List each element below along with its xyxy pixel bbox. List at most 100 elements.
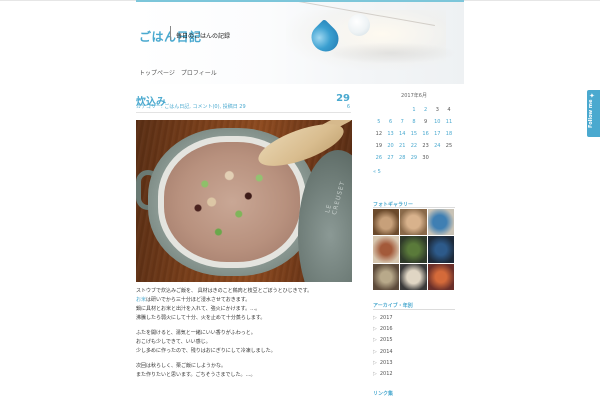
post-title-divider [136, 112, 351, 113]
calendar-day: 4 [447, 107, 451, 113]
calendar-day[interactable]: 24 [431, 143, 443, 155]
archive-widget-title: アーカイブ・年別 [373, 303, 413, 309]
post-line: 次回は秋らしく、栗ご飯にしようかな。 [136, 363, 227, 369]
archive-item-label: 2014 [379, 348, 393, 355]
calendar-day[interactable]: 5 [373, 119, 385, 131]
post-date-month: 6 [346, 104, 350, 110]
archive-item[interactable]: ▷ 2016 [373, 323, 455, 334]
calendar-day[interactable]: 16 [420, 131, 432, 143]
archive-item-label: 2015 [379, 337, 393, 344]
calendar-empty-cell [443, 155, 455, 167]
nav-item-top[interactable]: トップページ [139, 68, 175, 77]
post-date-day: 29 [336, 93, 350, 104]
calendar-day[interactable]: 10 [431, 119, 443, 131]
gallery-thumb[interactable] [400, 236, 427, 263]
post-meta[interactable]: カテゴリー: ごはん日記, コメント(0), 投稿日 29 [136, 103, 246, 110]
calendar-empty-cell [385, 107, 397, 119]
calendar-day: 30 [422, 155, 429, 161]
follow-me-label: Follow me [588, 99, 594, 128]
calendar-day[interactable]: 6 [385, 119, 397, 131]
archive-item[interactable]: ▷ 2014 [373, 346, 455, 357]
gallery-thumb[interactable] [373, 209, 400, 236]
widget-divider [373, 207, 455, 208]
calendar-week: 12 13 14 15 16 17 18 [373, 131, 455, 143]
links-widget-title: リンク集 [373, 391, 394, 397]
post-paragraph: 次回は秋らしく、栗ご飯にしようかな。 また作りたいと思います。ごちそうさまでした… [136, 362, 352, 380]
calendar-day[interactable]: 26 [373, 155, 385, 167]
photo-gallery [373, 209, 454, 290]
post-line: ふたを開けると、湯気と一緒にいい香りがふわっと。 [136, 330, 256, 336]
calendar-day[interactable]: 27 [385, 155, 397, 167]
archive-item-label: 2013 [379, 359, 393, 366]
post-inline-link[interactable]: お米 [136, 297, 146, 303]
calendar-day[interactable]: 17 [431, 131, 443, 143]
post-body: ストウブで炊込みご飯を、 具材はきのこと鶏肉と枝豆とごぼうとひじきです。 お米は… [136, 287, 352, 386]
calendar-day: 19 [375, 143, 383, 149]
calendar-day[interactable]: 2 [420, 107, 432, 119]
calendar-day[interactable]: 13 [385, 131, 397, 143]
calendar-empty-cell [396, 107, 408, 119]
chevron-right-icon: ▷ [373, 314, 377, 321]
calendar-prev-link[interactable]: « 5 [373, 169, 455, 175]
gallery-thumb[interactable] [427, 209, 454, 236]
calendar-day[interactable]: 20 [385, 143, 397, 155]
calendar-grid: 1 2 3 4 5 6 7 8 9 10 11 12 13 14 15 16 17 18 19 20 21 22 23 24 2… [373, 107, 455, 167]
calendar-day: 25 [445, 143, 453, 149]
calendar-day[interactable]: 18 [443, 131, 455, 143]
archive-item-label: 2017 [379, 314, 393, 321]
calendar-day[interactable]: 1 [408, 107, 420, 119]
main-nav: トップページ プロフィール [139, 68, 217, 77]
calendar-empty-cell [373, 107, 385, 119]
widget-divider [373, 309, 455, 310]
post-line: 鍋に具材とお米と出汁を入れて、強火にかけます。…。 [136, 306, 261, 312]
archive-item-label: 2016 [379, 325, 393, 332]
site-header: ごはん日記 毎日のごはんの記録 トップページ プロフィール [136, 2, 464, 84]
calendar-day[interactable]: 11 [443, 119, 455, 131]
calendar-day: 3 [435, 107, 439, 113]
gallery-thumb[interactable] [373, 263, 400, 290]
calendar-widget: 2017年6月 1 2 3 4 5 6 7 8 9 10 11 12 13 14 15 16 17 18 19 20 2… [373, 92, 455, 175]
chevron-right-icon: ▷ [373, 337, 377, 344]
gallery-thumb[interactable] [427, 236, 454, 263]
post-line: また作りたいと思います。ごちそうさまでした。…。 [136, 372, 256, 378]
archive-item[interactable]: ▷ 2015 [373, 335, 455, 346]
archive-item[interactable]: ▷ 2013 [373, 357, 455, 368]
calendar-day[interactable]: 28 [396, 155, 408, 167]
post-line: 沸騰したら弱火にして十分、火を止めて十分蒸らします。 [136, 315, 266, 321]
calendar-caption: 2017年6月 [401, 93, 427, 99]
chevron-right-icon: ▷ [373, 359, 377, 366]
nav-item-profile[interactable]: プロフィール [181, 68, 217, 77]
post-line: ストウブで炊込みご飯を、 具材はきのこと鶏肉と枝豆とごぼうとひじきです。 [136, 288, 313, 294]
gallery-thumb[interactable] [400, 263, 427, 290]
post-line: 少し多めに作ったので、残りはおにぎりにして冷凍しました。 [136, 348, 276, 354]
calendar-day: 23 [422, 143, 429, 149]
archive-item-label: 2012 [379, 371, 393, 378]
gallery-thumb[interactable] [427, 263, 454, 290]
archive-list: ▷ 2017 ▷ 2016 ▷ 2015 ▷ 2014 ▷ 2013 ▷ 2012 [373, 312, 455, 380]
calendar-day[interactable]: 29 [408, 155, 420, 167]
gallery-thumb[interactable] [373, 236, 400, 263]
chevron-right-icon: ▷ [373, 325, 377, 332]
calendar-day[interactable]: 7 [396, 119, 408, 131]
archive-item[interactable]: ▷ 2012 [373, 368, 455, 379]
post-line: は研いでから三十分ほど浸水させておきます。 [146, 297, 251, 303]
calendar-week: 123 4 [373, 107, 455, 119]
post-paragraph: ふたを開けると、湯気と一緒にいい香りがふわっと。 おこげも少しできて、いい感じ。… [136, 329, 352, 356]
post-paragraph: ストウブで炊込みご飯を、 具材はきのこと鶏肉と枝豆とごぼうとひじきです。 お米は… [136, 287, 352, 323]
calendar-day[interactable]: 15 [408, 131, 420, 143]
calendar-day: 9 [424, 119, 428, 125]
chevron-right-icon: ▷ [373, 348, 377, 355]
calendar-week: 5 6 7 8 9 10 11 [373, 119, 455, 131]
calendar-day[interactable]: 22 [408, 143, 420, 155]
follow-me-tab[interactable]: ✦ Follow me [587, 90, 600, 137]
post-line: おこげも少しできて、いい感じ。 [136, 339, 211, 345]
white-ball-ornament [348, 14, 370, 36]
calendar-day[interactable]: 21 [396, 143, 408, 155]
calendar-day[interactable]: 14 [396, 131, 408, 143]
post-photo[interactable]: LE CREUSET [136, 120, 352, 282]
calendar-day[interactable]: 8 [408, 119, 420, 131]
chevron-right-icon: ▷ [373, 371, 377, 378]
archive-item[interactable]: ▷ 2017 [373, 312, 455, 323]
site-description: 毎日のごはんの記録 [176, 33, 231, 40]
gallery-thumb[interactable] [400, 209, 427, 236]
